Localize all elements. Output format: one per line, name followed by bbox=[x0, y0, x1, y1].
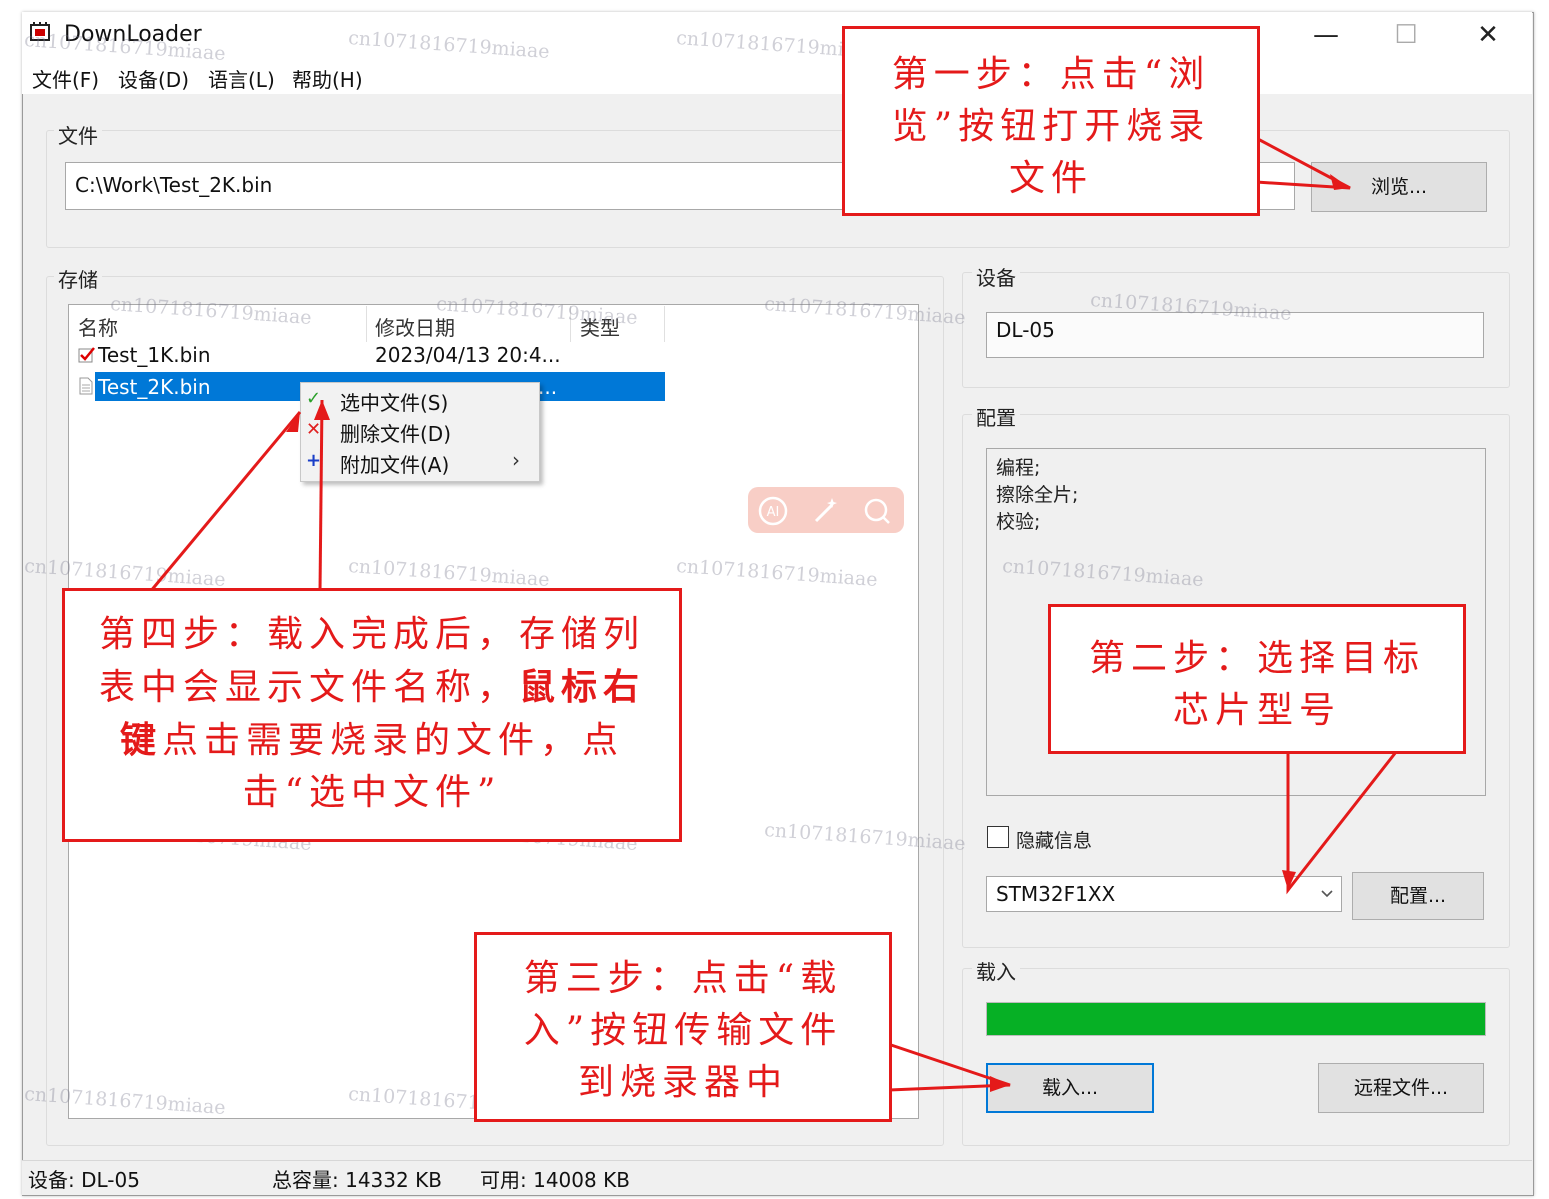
callout-step4-emphasis: 鼠标右 bbox=[519, 666, 646, 708]
callout-step4-text: 点击需要烧录的文件，点击“选中文件” bbox=[162, 720, 625, 813]
callout-step2: 第二步：选择目标芯片型号 bbox=[1048, 604, 1466, 754]
callout-step4: 第四步：载入完成后，存储列表中会显示文件名称，鼠标右键点击需要烧录的文件，点击“… bbox=[62, 588, 682, 842]
callout-step3: 第三步：点击“载入”按钮传输文件到烧录器中 bbox=[474, 932, 892, 1122]
callout-step1: 第一步：点击“浏览”按钮打开烧录文件 bbox=[842, 26, 1260, 216]
callout-step4-emphasis: 键 bbox=[119, 719, 162, 761]
